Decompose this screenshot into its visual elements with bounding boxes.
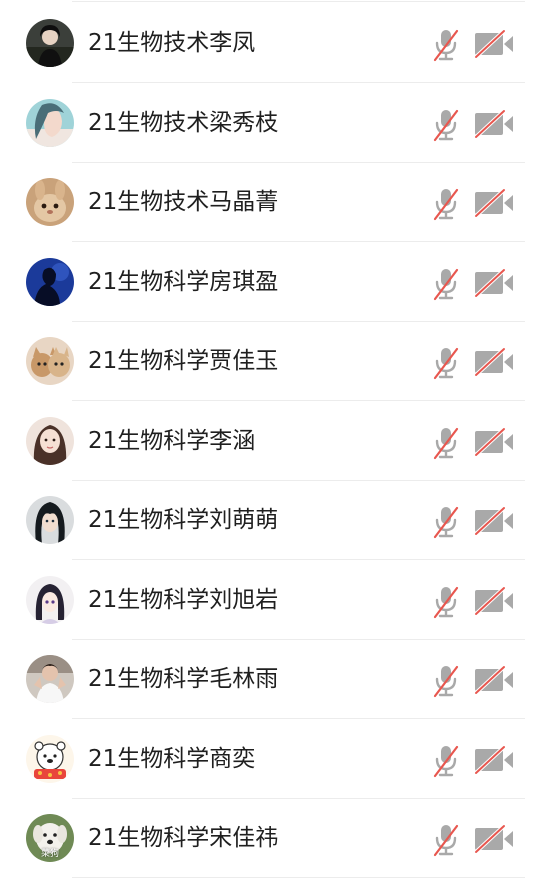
mic-muted-icon[interactable] xyxy=(431,585,461,619)
participant-name: 21生物科学房琪盈 xyxy=(88,268,279,295)
mic-muted-icon[interactable] xyxy=(431,823,461,857)
participant-row[interactable]: 21生物科学毛林雨 xyxy=(0,640,549,719)
participant-name: 21生物技术梁秀枝 xyxy=(88,109,279,136)
participant-row[interactable]: 21生物科学刘萌萌 xyxy=(0,481,549,560)
camera-off-icon[interactable] xyxy=(473,426,515,457)
participant-name: 21生物科学宋佳祎 xyxy=(88,825,279,851)
camera-off-icon[interactable] xyxy=(473,744,515,775)
top-divider xyxy=(72,1,525,2)
mic-muted-icon[interactable] xyxy=(431,187,461,221)
avatar[interactable] xyxy=(26,655,74,703)
avatar[interactable] xyxy=(26,337,74,385)
mic-muted-icon[interactable] xyxy=(431,346,461,380)
participant-row[interactable]: 21生物技术马晶菁 xyxy=(0,163,549,242)
avatar[interactable] xyxy=(26,257,74,306)
camera-off-icon[interactable] xyxy=(473,188,515,218)
mic-muted-icon[interactable] xyxy=(431,108,461,142)
participant-name: 21生物技术马晶菁 xyxy=(88,189,279,215)
camera-off-icon[interactable] xyxy=(473,506,515,536)
avatar[interactable]: 菜狗 xyxy=(26,814,74,862)
avatar[interactable] xyxy=(26,98,74,147)
participant-row[interactable]: 21生物科学商奕 xyxy=(0,720,549,799)
avatar-label: 菜狗 xyxy=(40,849,59,859)
participant-name: 21生物科学商奕 xyxy=(88,745,256,772)
camera-off-icon[interactable] xyxy=(473,267,515,298)
avatar[interactable] xyxy=(26,178,74,226)
participant-name: 21生物科学李涵 xyxy=(88,427,256,454)
avatar[interactable] xyxy=(26,496,74,544)
participant-list: 21生物技术李凤 21生物技术梁秀枝 21生物技术马晶菁 21生物科学房琪盈 21生物科… xyxy=(0,0,549,878)
participant-row[interactable]: 21生物科学房琪盈 xyxy=(0,243,549,322)
camera-off-icon[interactable] xyxy=(473,585,515,616)
mic-muted-icon[interactable] xyxy=(431,28,461,62)
camera-off-icon[interactable] xyxy=(473,347,515,377)
camera-off-icon[interactable] xyxy=(473,29,515,59)
avatar[interactable] xyxy=(26,575,74,624)
participant-name: 21生物科学刘旭岩 xyxy=(88,586,279,613)
participant-row[interactable]: 21生物技术梁秀枝 xyxy=(0,84,549,163)
avatar[interactable] xyxy=(26,416,74,465)
participant-name: 21生物技术李凤 xyxy=(88,30,256,56)
mic-muted-icon[interactable] xyxy=(431,267,461,301)
participant-row[interactable]: 21生物科学贾佳玉 xyxy=(0,322,549,401)
camera-off-icon[interactable] xyxy=(473,665,515,695)
avatar[interactable] xyxy=(26,734,74,783)
mic-muted-icon[interactable] xyxy=(431,426,461,460)
participant-row[interactable]: 菜狗 21生物科学宋佳祎 xyxy=(0,799,549,878)
avatar[interactable] xyxy=(26,19,74,67)
mic-muted-icon[interactable] xyxy=(431,664,461,698)
mic-muted-icon[interactable] xyxy=(431,505,461,539)
participant-name: 21生物科学刘萌萌 xyxy=(88,507,279,533)
participant-name: 21生物科学贾佳玉 xyxy=(88,348,279,374)
participant-row[interactable]: 21生物科学李涵 xyxy=(0,402,549,481)
participant-row[interactable]: 21生物科学刘旭岩 xyxy=(0,561,549,640)
participant-name: 21生物科学毛林雨 xyxy=(88,666,279,692)
camera-off-icon[interactable] xyxy=(473,108,515,139)
camera-off-icon[interactable] xyxy=(473,824,515,854)
mic-muted-icon[interactable] xyxy=(431,744,461,778)
participant-row[interactable]: 21生物技术李凤 xyxy=(0,4,549,83)
